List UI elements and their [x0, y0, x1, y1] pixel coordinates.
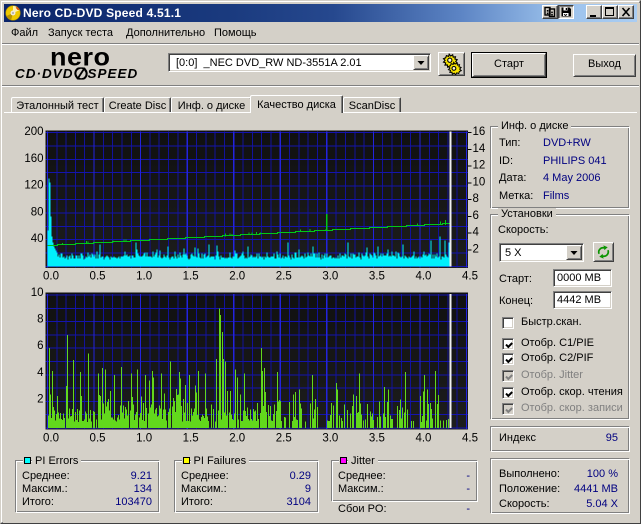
svg-text:8: 8 [37, 314, 43, 326]
svg-text:4.0: 4.0 [415, 433, 431, 445]
svg-text:2: 2 [37, 393, 43, 405]
svg-text:160: 160 [24, 153, 43, 165]
svg-text:4: 4 [473, 227, 480, 239]
svg-text:3.0: 3.0 [322, 271, 338, 283]
svg-text:6: 6 [37, 340, 43, 352]
svg-text:3.5: 3.5 [369, 271, 385, 283]
svg-text:0.5: 0.5 [90, 433, 106, 445]
svg-text:2.0: 2.0 [229, 433, 245, 445]
svg-text:3.5: 3.5 [369, 433, 385, 445]
svg-text:2.5: 2.5 [276, 271, 292, 283]
svg-text:200: 200 [24, 126, 43, 138]
svg-text:40: 40 [31, 233, 44, 245]
svg-text:10: 10 [473, 176, 486, 188]
svg-text:2: 2 [473, 243, 479, 255]
svg-text:3.0: 3.0 [322, 433, 338, 445]
svg-text:14: 14 [473, 143, 486, 155]
svg-text:1.0: 1.0 [136, 433, 152, 445]
svg-text:1.5: 1.5 [183, 433, 199, 445]
svg-text:4.5: 4.5 [462, 433, 478, 445]
svg-text:4.5: 4.5 [462, 271, 478, 283]
svg-text:0.5: 0.5 [90, 271, 106, 283]
svg-text:6: 6 [473, 210, 479, 222]
svg-text:0.0: 0.0 [43, 433, 59, 445]
svg-text:12: 12 [473, 160, 486, 172]
svg-text:10: 10 [31, 287, 44, 299]
svg-text:4: 4 [37, 367, 44, 379]
svg-text:1.0: 1.0 [136, 271, 152, 283]
svg-text:8: 8 [473, 193, 479, 205]
svg-text:120: 120 [24, 180, 43, 192]
svg-text:80: 80 [31, 206, 44, 218]
svg-text:2.0: 2.0 [229, 271, 245, 283]
svg-text:1.5: 1.5 [183, 271, 199, 283]
svg-text:4.0: 4.0 [415, 271, 431, 283]
svg-text:16: 16 [473, 126, 486, 138]
svg-text:2.5: 2.5 [276, 433, 292, 445]
svg-text:0.0: 0.0 [43, 271, 59, 283]
